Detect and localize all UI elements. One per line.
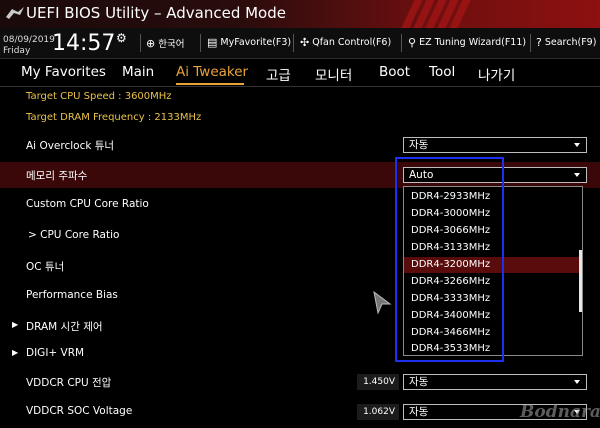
tab-ai-tweaker[interactable]: Ai Tweaker [176,64,248,80]
window-title: UEFI BIOS Utility – Advanced Mode [26,4,286,22]
setting-row-memory-frequency[interactable]: 메모리 주파수 Auto [0,162,600,188]
date-text: 08/09/2019 [3,35,55,45]
search-icon: ? [536,36,542,49]
expand-arrow-icon: ▶ [12,348,19,357]
qfan-button[interactable]: ✣ Qfan Control(F6) [300,36,391,49]
search-label: Search(F9) [544,37,597,48]
eztuning-label: EZ Tuning Wizard(F11) [419,37,527,48]
tab-tool[interactable]: Tool [429,64,455,80]
setting-label-vddcr-cpu: VDDCR CPU 전압 [26,377,112,389]
myfavorite-button[interactable]: ▤ MyFavorite(F3) [207,36,291,49]
day-text: Friday [3,46,31,56]
setting-label: 메모리 주파수 [26,170,88,182]
chevron-down-icon [574,173,580,177]
expand-arrow-icon: ▶ [12,320,19,329]
submenu-dram-timing[interactable]: DRAM 시간 제어 [26,319,103,334]
submenu-digi-vrm[interactable]: DIGI+ VRM [26,347,84,359]
search-button[interactable]: ? Search(F9) [536,36,596,49]
divider [200,34,201,52]
globe-icon: ⊕ [146,36,156,50]
setting-label: Ai Overclock 튜너 [26,140,115,152]
dropdown-value: 자동 [409,376,429,388]
setting-label-vddcr-soc: VDDCR SOC Voltage [26,405,133,417]
active-tab-indicator [176,83,244,85]
eztuning-button[interactable]: ⚲ EZ Tuning Wizard(F11) [408,36,526,49]
wand-icon: ⚲ [408,36,417,49]
mouse-cursor-icon [373,290,392,315]
dropdown-value: 자동 [409,139,429,151]
chevron-down-icon [574,143,580,147]
dropdown-scrollbar[interactable] [579,250,582,312]
target-dram-frequency: Target DRAM Frequency : 2133MHz [26,112,202,123]
divider [140,34,141,52]
qfan-label: Qfan Control(F6) [312,37,392,48]
vddcr-cpu-dropdown[interactable]: 자동 [403,374,587,390]
favorite-icon: ▤ [207,36,218,49]
divider [0,86,600,87]
setting-label-oc-tuner[interactable]: OC 튜너 [26,259,64,274]
fan-icon: ✣ [300,36,310,49]
rog-logo-icon [6,7,24,19]
language-label: 한국어 [158,39,185,50]
setting-label-cpu-core-ratio[interactable]: > CPU Core Ratio [28,229,119,241]
vddcr-soc-voltage-readout: 1.062V [357,404,399,420]
tab-my-favorites[interactable]: My Favorites [21,64,106,80]
gear-icon[interactable]: ⚙ [116,31,127,45]
tab-main[interactable]: Main [122,64,154,80]
title-bar: UEFI BIOS Utility – Advanced Mode [0,0,600,28]
setting-label-custom-cpu-core-ratio[interactable]: Custom CPU Core Ratio [26,198,149,210]
tab-exit[interactable]: 나가기 [478,64,515,84]
divider [401,34,402,52]
target-cpu-speed: Target CPU Speed : 3600MHz [26,91,172,102]
ai-overclock-dropdown[interactable]: 자동 [403,137,587,153]
setting-label-performance-bias[interactable]: Performance Bias [26,289,118,301]
dropdown-value: 자동 [409,406,429,418]
chevron-down-icon [574,380,580,384]
myfavorite-label: MyFavorite(F3) [220,37,292,48]
tab-monitor[interactable]: 모니터 [315,64,352,84]
language-button[interactable]: ⊕ 한국어 [146,36,185,51]
clock: 14:57 [52,31,116,56]
tab-advanced[interactable]: 고급 [266,64,291,84]
watermark: Bodnara [520,402,600,422]
setting-row-ai-overclock[interactable]: Ai Overclock 튜너 자동 [0,132,600,158]
divider [530,34,531,52]
vddcr-cpu-voltage-readout: 1.450V [357,374,399,390]
annotation-highlight-box [395,157,504,362]
divider [293,34,294,52]
tab-boot[interactable]: Boot [379,64,410,80]
